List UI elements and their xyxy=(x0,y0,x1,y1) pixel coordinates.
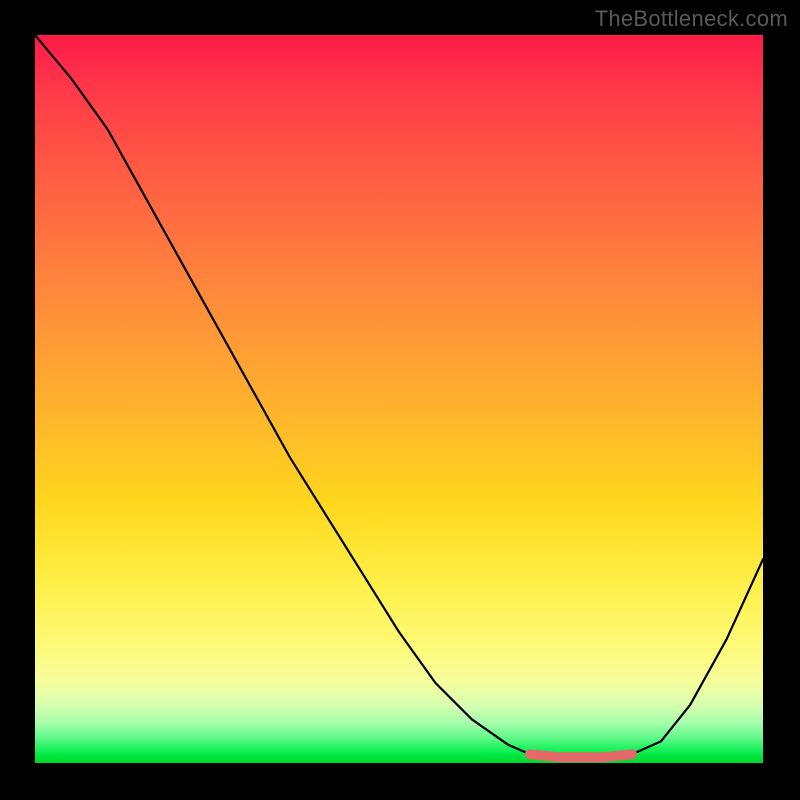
highlight-band-path xyxy=(530,754,632,757)
chart-frame: TheBottleneck.com xyxy=(0,0,800,800)
curve-layer xyxy=(35,35,763,763)
watermark-text: TheBottleneck.com xyxy=(595,6,788,32)
bottleneck-curve-path xyxy=(35,35,763,757)
plot-area xyxy=(35,35,763,763)
